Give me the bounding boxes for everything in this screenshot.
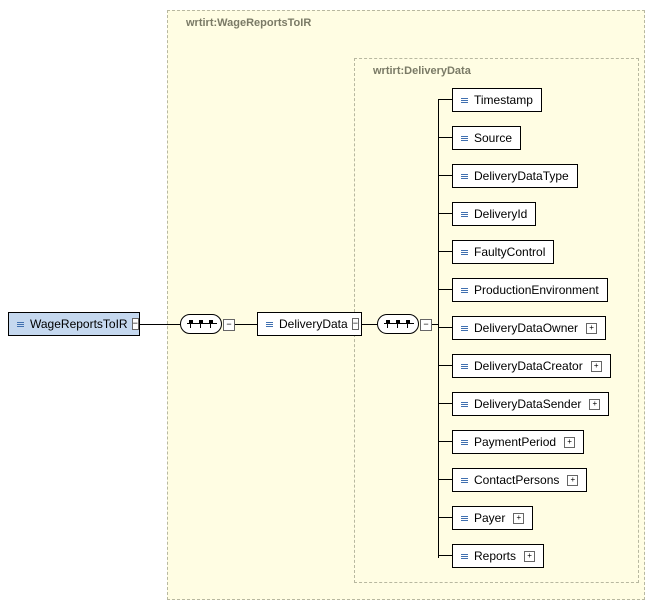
child-node[interactable]: DeliveryId bbox=[452, 202, 536, 226]
element-icon bbox=[461, 250, 468, 255]
plus-icon[interactable]: + bbox=[591, 361, 602, 372]
element-icon bbox=[461, 326, 468, 331]
child-node[interactable]: Payer + bbox=[452, 506, 533, 530]
root-node-label: WageReportsToIR bbox=[30, 317, 128, 331]
connector bbox=[438, 365, 452, 366]
child-node[interactable]: DeliveryDataOwner + bbox=[452, 316, 606, 340]
element-icon bbox=[266, 322, 273, 327]
element-icon bbox=[461, 478, 468, 483]
element-icon bbox=[461, 516, 468, 521]
plus-icon[interactable]: + bbox=[513, 513, 524, 524]
minus-icon[interactable]: − bbox=[420, 319, 432, 331]
child-node-label: ContactPersons bbox=[474, 473, 559, 487]
element-icon bbox=[461, 402, 468, 407]
element-icon bbox=[461, 440, 468, 445]
sequence-compositor[interactable] bbox=[377, 314, 419, 334]
child-node[interactable]: Timestamp bbox=[452, 88, 542, 112]
element-icon bbox=[461, 364, 468, 369]
child-node[interactable]: DeliveryDataCreator + bbox=[452, 354, 611, 378]
connector bbox=[438, 175, 452, 176]
element-icon bbox=[461, 174, 468, 179]
child-node[interactable]: ContactPersons + bbox=[452, 468, 587, 492]
connector bbox=[438, 137, 452, 138]
delivery-data-node[interactable]: DeliveryData − bbox=[257, 312, 362, 336]
connector bbox=[438, 289, 452, 290]
child-node[interactable]: Reports + bbox=[452, 544, 544, 568]
connector bbox=[438, 213, 452, 214]
connector bbox=[362, 324, 377, 325]
child-node-label: DeliveryDataCreator bbox=[474, 359, 583, 373]
element-icon bbox=[461, 288, 468, 293]
element-icon bbox=[461, 98, 468, 103]
connector bbox=[438, 517, 452, 518]
seq-expander-wrapper: − bbox=[420, 318, 432, 331]
minus-icon[interactable]: − bbox=[223, 319, 235, 331]
plus-icon[interactable]: + bbox=[564, 437, 575, 448]
connector bbox=[235, 324, 257, 325]
connector bbox=[438, 479, 452, 480]
child-node[interactable]: FaultyControl bbox=[452, 240, 554, 264]
element-icon bbox=[461, 136, 468, 141]
child-node[interactable]: DeliveryDataType bbox=[452, 164, 578, 188]
element-icon bbox=[461, 212, 468, 217]
child-node-label: Source bbox=[474, 131, 512, 145]
inner-frame-label: wrtirt:DeliveryData bbox=[373, 65, 471, 77]
child-node-label: FaultyControl bbox=[474, 245, 545, 259]
child-node[interactable]: Source bbox=[452, 126, 521, 150]
connector bbox=[438, 327, 452, 328]
root-node[interactable]: WageReportsToIR − bbox=[8, 312, 140, 336]
child-node-label: Payer bbox=[474, 511, 505, 525]
plus-icon[interactable]: + bbox=[589, 399, 600, 410]
child-node-label: PaymentPeriod bbox=[474, 435, 556, 449]
minus-icon[interactable]: − bbox=[132, 318, 139, 330]
child-node-label: DeliveryDataSender bbox=[474, 397, 581, 411]
child-node[interactable]: PaymentPeriod + bbox=[452, 430, 584, 454]
delivery-data-label: DeliveryData bbox=[279, 317, 348, 331]
connector bbox=[438, 403, 452, 404]
outer-frame-label: wrtirt:WageReportsToIR bbox=[186, 17, 311, 29]
child-node[interactable]: DeliveryDataSender + bbox=[452, 392, 609, 416]
connector bbox=[438, 441, 452, 442]
child-node[interactable]: ProductionEnvironment bbox=[452, 278, 608, 302]
child-node-label: DeliveryId bbox=[474, 207, 527, 221]
element-icon bbox=[17, 322, 24, 327]
plus-icon[interactable]: + bbox=[567, 475, 578, 486]
connector bbox=[438, 251, 452, 252]
child-node-label: DeliveryDataOwner bbox=[474, 321, 578, 335]
plus-icon[interactable]: + bbox=[524, 551, 535, 562]
connector-spine bbox=[438, 99, 439, 558]
connector bbox=[438, 99, 452, 100]
plus-icon[interactable]: + bbox=[586, 323, 597, 334]
child-node-label: DeliveryDataType bbox=[474, 169, 569, 183]
connector bbox=[438, 555, 452, 556]
sequence-compositor[interactable] bbox=[180, 314, 222, 334]
element-icon bbox=[461, 554, 468, 559]
seq-expander-wrapper: − bbox=[223, 318, 235, 331]
child-node-label: ProductionEnvironment bbox=[474, 283, 599, 297]
minus-icon[interactable]: − bbox=[352, 318, 359, 330]
child-node-label: Timestamp bbox=[474, 93, 533, 107]
connector bbox=[140, 324, 180, 325]
child-node-label: Reports bbox=[474, 549, 516, 563]
